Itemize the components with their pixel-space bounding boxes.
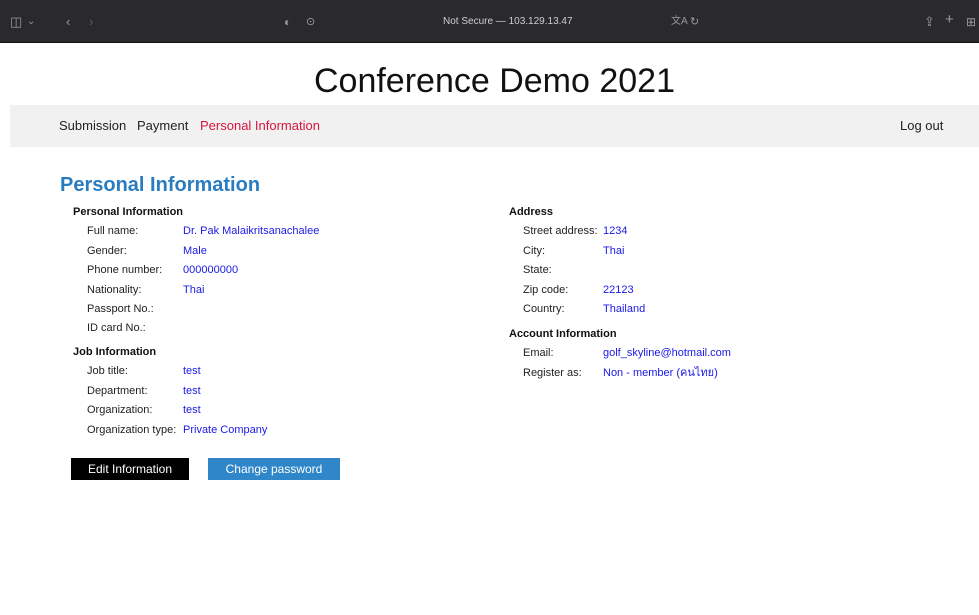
nav-payment[interactable]: Payment <box>137 118 188 134</box>
job-info-heading: Job Information <box>73 346 157 358</box>
value-city: Thai <box>603 245 625 257</box>
page-content: Conference Demo 2021 Submission Payment … <box>10 43 979 615</box>
account-info-heading: Account Information <box>509 328 617 340</box>
label-passport: Passport No.: <box>87 303 154 315</box>
label-state: State: <box>523 264 552 276</box>
back-icon[interactable]: ‹ <box>66 15 70 29</box>
forward-icon[interactable]: › <box>89 15 93 29</box>
edit-information-button[interactable]: Edit Information <box>71 458 189 480</box>
sidebar-toggle-icon[interactable]: ◫ <box>10 15 22 29</box>
value-zip-code: 22123 <box>603 284 634 296</box>
value-nationality: Thai <box>183 284 205 296</box>
label-email: Email: <box>523 347 554 359</box>
label-zip-code: Zip code: <box>523 284 569 296</box>
address-bar[interactable]: Not Secure — 103.129.13.47 <box>443 15 573 29</box>
reload-icon[interactable]: ↻ <box>690 15 699 29</box>
label-job-title: Job title: <box>87 365 128 377</box>
nav-logout[interactable]: Log out <box>900 118 943 134</box>
value-full-name: Dr. Pak Malaikritsanachalee <box>183 225 320 237</box>
chevron-down-icon[interactable]: ⌄ <box>27 15 35 29</box>
site-title: Conference Demo 2021 <box>313 62 675 100</box>
share-icon[interactable]: ⇪ <box>924 15 935 29</box>
nav-personal-information[interactable]: Personal Information <box>200 118 320 134</box>
label-street-address: Street address: <box>523 225 598 237</box>
label-organization-type: Organization type: <box>87 424 177 436</box>
label-id-card: ID card No.: <box>87 322 146 334</box>
navbar: Submission Payment Personal Information … <box>10 105 979 147</box>
site-settings-icon[interactable]: ⊙ <box>306 15 315 29</box>
value-street-address: 1234 <box>603 225 628 237</box>
new-tab-icon[interactable]: + <box>945 12 954 27</box>
address-heading: Address <box>509 206 554 218</box>
nav-submission[interactable]: Submission <box>59 118 126 134</box>
label-country: Country: <box>523 303 565 315</box>
value-phone: 000000000 <box>183 264 239 276</box>
label-phone: Phone number: <box>87 264 163 276</box>
label-organization: Organization: <box>87 404 153 416</box>
personal-info-heading: Personal Information <box>73 206 184 218</box>
label-register-as: Register as: <box>523 367 582 379</box>
value-country: Thailand <box>603 303 646 315</box>
label-department: Department: <box>87 385 148 397</box>
label-full-name: Full name: <box>87 225 139 237</box>
value-job-title: test <box>183 365 201 377</box>
translate-icon[interactable]: 文A <box>671 15 688 29</box>
value-department: test <box>183 385 201 397</box>
tab-overview-icon[interactable]: ⊞ <box>966 15 976 29</box>
change-password-button[interactable]: Change password <box>208 458 340 480</box>
value-gender: Male <box>183 245 207 257</box>
value-organization-type: Private Company <box>183 424 268 436</box>
label-nationality: Nationality: <box>87 284 142 296</box>
label-city: City: <box>523 245 545 257</box>
value-email: golf_skyline@hotmail.com <box>603 347 731 359</box>
value-organization: test <box>183 404 201 416</box>
privacy-shield-icon[interactable]: ◐ <box>284 15 291 29</box>
page-title: Personal Information <box>60 174 261 196</box>
browser-toolbar: ◫ ⌄ ‹ › ◐ ⊙ Not Secure — 103.129.13.47 文… <box>0 0 979 43</box>
label-gender: Gender: <box>87 245 127 257</box>
value-register-as: Non - member (คนไทย) <box>603 367 718 379</box>
